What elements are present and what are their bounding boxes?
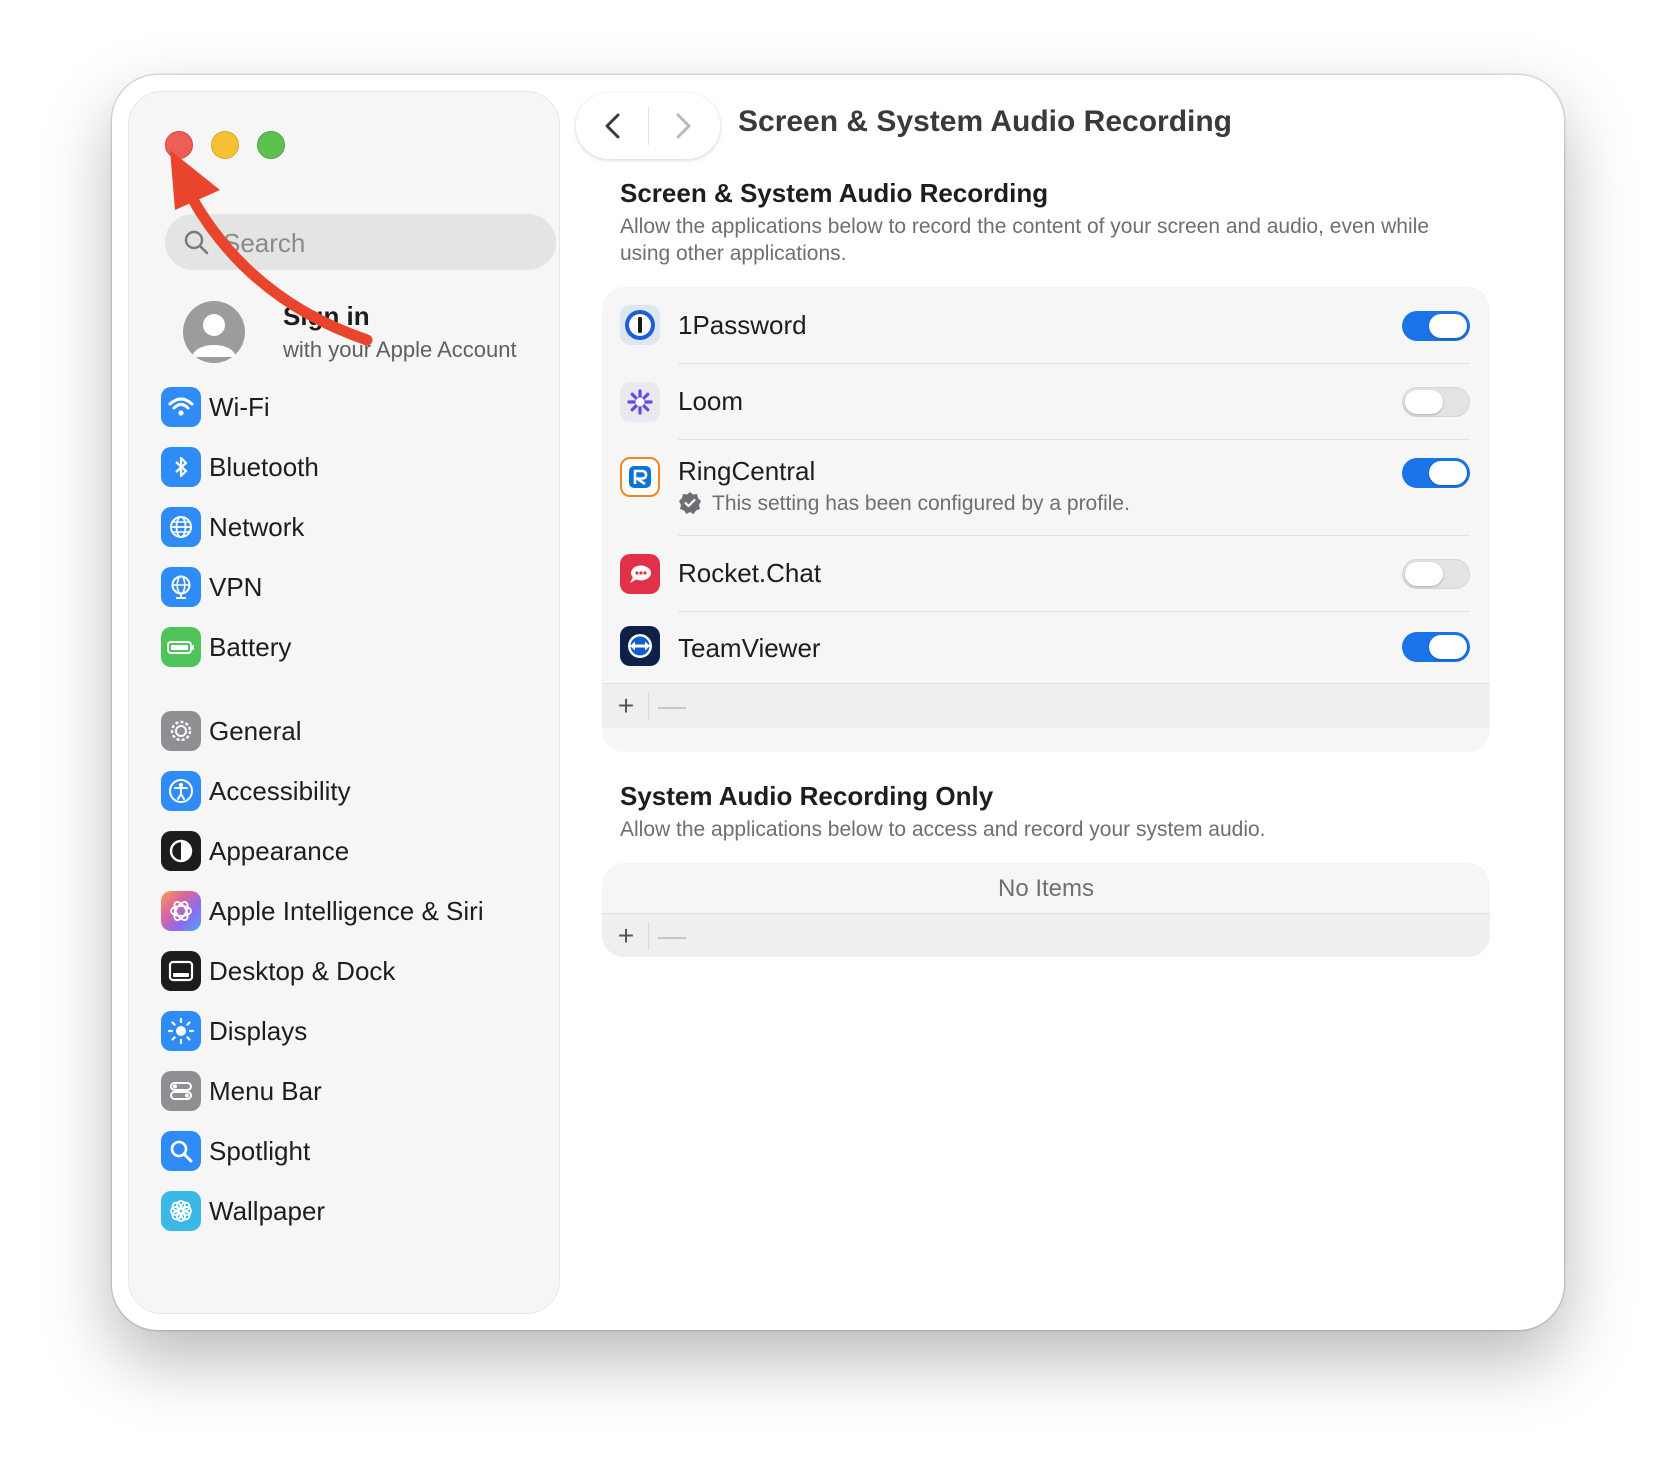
sidebar-item-label: Wi-Fi <box>209 392 270 422</box>
close-window-button[interactable] <box>165 131 193 159</box>
sidebar-item-spotlight[interactable]: Spotlight <box>161 1123 541 1177</box>
sidebar-item-vpn[interactable]: VPN <box>161 559 541 613</box>
sidebar-item-label: Bluetooth <box>209 452 319 482</box>
battery-icon <box>161 627 201 667</box>
sidebar-item-label: Apple Intelligence & Siri <box>209 896 484 926</box>
teamviewer-icon <box>620 626 660 666</box>
globe-icon <box>161 507 201 547</box>
app-name: Rocket.Chat <box>678 558 822 588</box>
person-icon <box>192 314 236 357</box>
sun-icon <box>161 1011 201 1051</box>
spotlight-icon <box>161 1131 201 1171</box>
section-heading-screen-recording: Screen & System Audio Recording <box>620 178 1049 208</box>
sidebar-item-label: General <box>209 716 302 746</box>
sidebar-item-network[interactable]: Network <box>161 499 541 553</box>
sidebar-item-general[interactable]: General <box>161 703 541 757</box>
divider <box>648 922 649 950</box>
rocketchat-icon <box>620 554 660 594</box>
sidebar-item-wallpaper[interactable]: Wallpaper <box>161 1183 541 1237</box>
sidebar-item-battery[interactable]: Battery <box>161 619 541 673</box>
dock-icon <box>161 951 201 991</box>
page-title: Screen & System Audio Recording <box>738 105 1233 138</box>
search-field[interactable] <box>165 214 556 270</box>
section-description-system-audio: Allow the applications below to access a… <box>620 818 1266 841</box>
sign-in-subtitle: with your Apple Account <box>283 337 517 362</box>
app-name: Loom <box>678 386 744 416</box>
toggle-loom[interactable] <box>1402 387 1470 417</box>
list-item-rocketchat: Rocket.Chat <box>602 536 1490 612</box>
list-footer: + — <box>602 913 1490 957</box>
sidebar-item-label: Wallpaper <box>209 1196 326 1226</box>
bluetooth-icon <box>161 447 201 487</box>
list-item-1password: 1Password <box>602 287 1490 364</box>
sidebar-item-desktop-dock[interactable]: Desktop & Dock <box>161 943 541 997</box>
sidebar-item-accessibility[interactable]: Accessibility <box>161 763 541 817</box>
sidebar-item-label: Network <box>209 512 305 542</box>
toggle-1password[interactable] <box>1402 311 1470 341</box>
section-heading-system-audio: System Audio Recording Only <box>620 781 994 811</box>
sidebar-item-appearance[interactable]: Appearance <box>161 823 541 877</box>
forward-chevron-icon[interactable] <box>666 110 698 142</box>
sidebar-item-label: Displays <box>209 1016 308 1046</box>
toggle-ringcentral[interactable] <box>1402 458 1470 488</box>
toggle-teamviewer[interactable] <box>1402 632 1470 662</box>
minimize-window-button[interactable] <box>211 131 239 159</box>
remove-app-button[interactable]: — <box>654 920 690 952</box>
list-item-ringcentral: RingCentral This setting has been config… <box>602 440 1490 536</box>
screen-recording-app-list: 1Password Loom RingCentral This setting … <box>602 287 1490 752</box>
sidebar-item-displays[interactable]: Displays <box>161 1003 541 1057</box>
siri-icon <box>161 891 201 931</box>
settings-window: Sign in with your Apple Account Wi-Fi Bl… <box>112 75 1564 1330</box>
wifi-icon <box>161 387 201 427</box>
sidebar-item-wifi[interactable]: Wi-Fi <box>161 379 541 433</box>
app-name: TeamViewer <box>678 633 821 663</box>
app-name: 1Password <box>678 310 807 340</box>
system-audio-app-list: No Items + — <box>602 863 1490 957</box>
search-icon <box>184 230 209 255</box>
sidebar-item-apple-intelligence-siri[interactable]: Apple Intelligence & Siri <box>161 883 541 937</box>
search-input[interactable] <box>221 224 535 262</box>
sidebar-item-label: Appearance <box>209 836 350 866</box>
accessibility-icon <box>161 771 201 811</box>
sidebar-item-label: Accessibility <box>209 776 351 806</box>
list-item-loom: Loom <box>602 364 1490 440</box>
vpn-globe-icon <box>161 567 201 607</box>
divider <box>648 692 649 720</box>
divider <box>648 107 649 145</box>
app-name: RingCentral <box>678 456 816 486</box>
empty-list-label: No Items <box>997 875 1095 902</box>
avatar <box>183 301 245 363</box>
sidebar-item-label: Desktop & Dock <box>209 956 396 986</box>
1password-icon <box>620 305 660 345</box>
back-chevron-icon[interactable] <box>598 110 630 142</box>
add-app-button[interactable]: + <box>608 920 644 952</box>
sidebar-item-label: VPN <box>209 572 263 602</box>
zoom-window-button[interactable] <box>257 131 285 159</box>
appearance-icon <box>161 831 201 871</box>
loom-icon <box>620 382 660 422</box>
remove-app-button[interactable]: — <box>654 690 690 722</box>
sidebar: Sign in with your Apple Account Wi-Fi Bl… <box>128 91 560 1314</box>
add-app-button[interactable]: + <box>608 690 644 722</box>
list-footer: + — <box>602 683 1490 728</box>
managed-profile-badge-icon <box>679 492 701 514</box>
sidebar-item-label: Battery <box>209 632 292 662</box>
section-description-screen-recording: Allow the applications below to record t… <box>620 215 1429 265</box>
wallpaper-icon <box>161 1191 201 1231</box>
gear-icon <box>161 711 201 751</box>
apple-account-sign-in[interactable]: Sign in with your Apple Account <box>165 297 545 377</box>
sidebar-item-label: Menu Bar <box>209 1076 322 1106</box>
toggle-rocketchat[interactable] <box>1402 559 1470 589</box>
profile-note: This setting has been configured by a pr… <box>712 492 1130 515</box>
navigation-buttons <box>576 93 720 159</box>
sidebar-item-label: Spotlight <box>209 1136 311 1166</box>
sign-in-title: Sign in <box>283 301 370 331</box>
sidebar-item-bluetooth[interactable]: Bluetooth <box>161 439 541 493</box>
ringcentral-icon <box>620 457 660 497</box>
menu-bar-icon <box>161 1071 201 1111</box>
sidebar-item-menu-bar[interactable]: Menu Bar <box>161 1063 541 1117</box>
